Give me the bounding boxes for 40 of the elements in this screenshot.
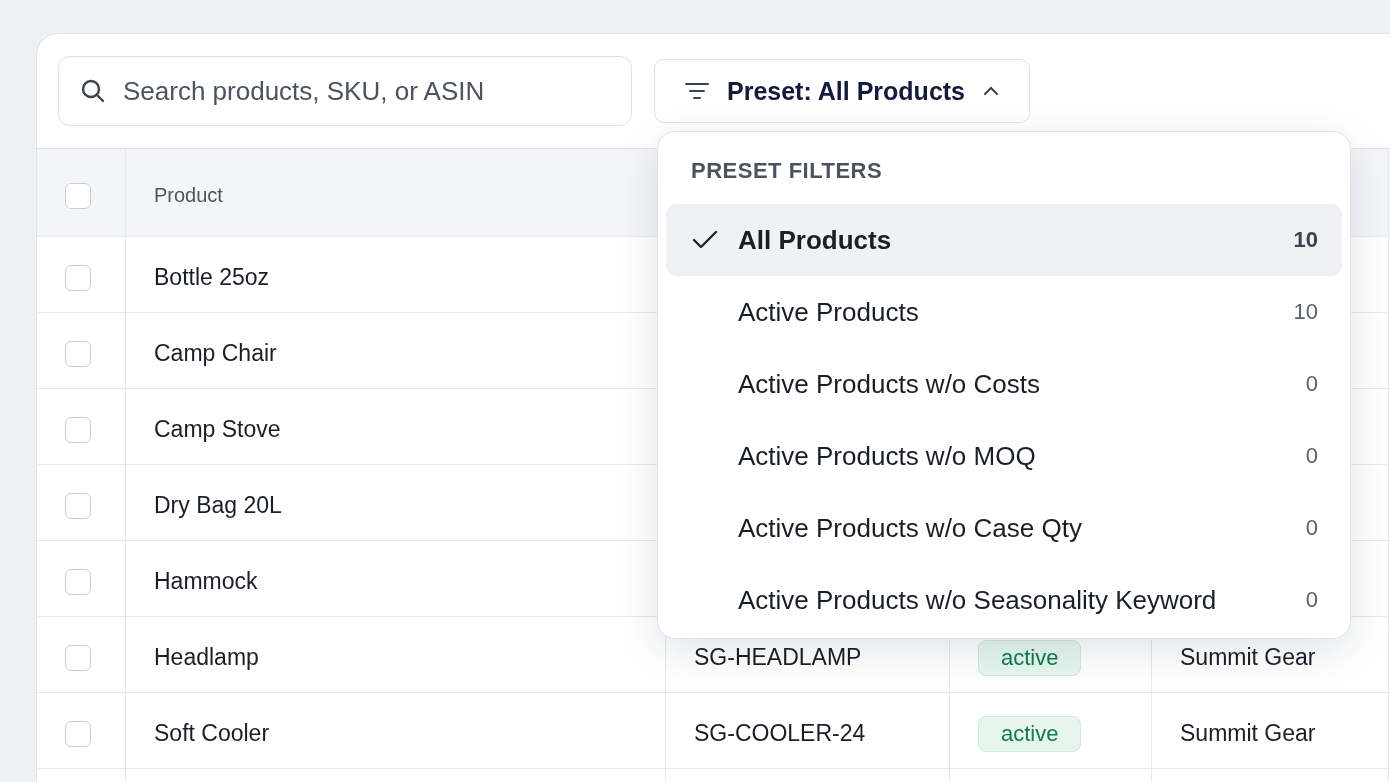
menu-item[interactable]: All Products 10	[666, 204, 1342, 276]
brand-cell: Summit Gear	[1180, 644, 1316, 671]
product-name: Bottle 25oz	[154, 264, 270, 291]
check-icon	[692, 230, 718, 250]
product-name: Camp Stove	[154, 416, 281, 443]
product-name: Soft Cooler	[154, 720, 270, 747]
item-count: 10	[1293, 299, 1318, 325]
column-header: Product	[154, 184, 223, 207]
search-field[interactable]: Search products, SKU, or ASIN	[58, 56, 632, 126]
item-count: 0	[1305, 515, 1318, 541]
sku-cell: SG-COOLER-24	[694, 720, 866, 747]
menu-item[interactable]: Active Products w/o MOQ 0	[666, 420, 1342, 492]
preset-button[interactable]: Preset: All Products	[654, 59, 1031, 123]
menu-item[interactable]: Active Products 10	[666, 276, 1342, 348]
brand-cell: Summit Gear	[1180, 720, 1316, 747]
chevron-icon	[983, 86, 1000, 96]
row-checkbox[interactable]	[65, 568, 91, 595]
row-checkbox[interactable]	[65, 644, 91, 671]
row-checkbox[interactable]	[65, 416, 91, 443]
menu-item[interactable]: Active Products w/o Case Qty 0	[666, 492, 1342, 564]
menu-heading: PRESET FILTERS	[690, 158, 884, 185]
status-badge: active	[978, 715, 1082, 752]
product-name: Dry Bag 20L	[154, 492, 282, 519]
item-count: 0	[1305, 587, 1318, 613]
menu-item[interactable]: Active Products w/o Seasonality Keyword 0	[666, 564, 1342, 636]
product-name: Camp Chair	[154, 340, 277, 367]
product-name: Hammock	[154, 568, 258, 595]
select-all-checkbox[interactable]	[65, 182, 91, 209]
item-count: 10	[1293, 227, 1318, 253]
row-checkbox[interactable]	[65, 492, 91, 519]
row-checkbox[interactable]	[65, 720, 91, 747]
product-name: Headlamp	[154, 644, 259, 671]
row-checkbox[interactable]	[65, 340, 91, 367]
sku-cell: SG-HEADLAMP	[694, 644, 862, 671]
menu-item[interactable]: Active Products w/o Costs 0	[666, 348, 1342, 420]
item-count: 0	[1305, 443, 1318, 469]
status-badge: active	[978, 639, 1082, 676]
row-checkbox[interactable]	[65, 264, 91, 291]
filter-icon	[685, 82, 709, 100]
item-count: 0	[1305, 371, 1318, 397]
